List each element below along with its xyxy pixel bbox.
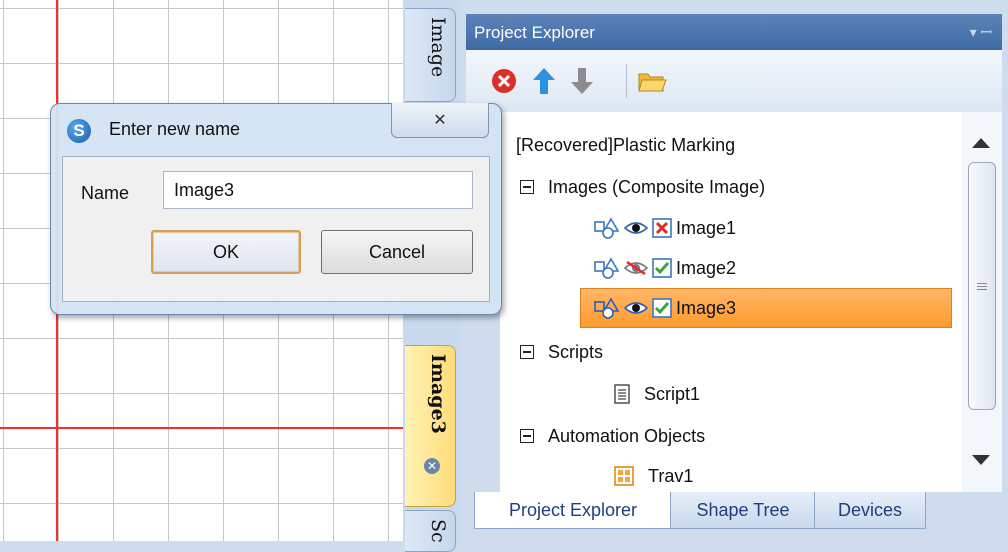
- panel-title: Project Explorer: [474, 23, 595, 42]
- tab-image[interactable]: Image: [405, 8, 456, 102]
- toolbar-separator: [626, 64, 627, 98]
- collapse-icon[interactable]: [520, 429, 534, 443]
- dialog-title: Enter new name: [109, 119, 241, 139]
- scroll-down-arrow-icon[interactable]: [972, 455, 990, 465]
- tab-devices[interactable]: Devices: [814, 492, 926, 529]
- scroll-up-arrow-icon[interactable]: [972, 138, 990, 148]
- close-tab-icon[interactable]: ✕: [424, 458, 440, 474]
- project-explorer-panel: Project Explorer ▾ ꟷ [Recovered]Plastic …: [460, 0, 1008, 541]
- tab-shape-tree[interactable]: Shape Tree: [670, 492, 816, 529]
- move-up-icon[interactable]: [528, 65, 560, 97]
- open-folder-icon[interactable]: [636, 65, 668, 97]
- collapse-icon[interactable]: [520, 180, 534, 194]
- shape-icon: [594, 217, 620, 239]
- ok-button[interactable]: OK: [151, 230, 301, 274]
- rename-dialog: S Enter new name ✕ Name OK Cancel: [50, 103, 502, 315]
- tray-grid-icon: [614, 466, 634, 486]
- tree-scrollbar[interactable]: [962, 112, 1002, 492]
- explorer-toolbar: [466, 50, 1002, 112]
- grip-icon: [977, 281, 987, 292]
- tab-sc[interactable]: Sc: [405, 510, 456, 552]
- shape-icon: [594, 297, 620, 319]
- app-logo-icon: S: [67, 119, 91, 143]
- close-icon: ✕: [433, 112, 447, 129]
- tree-automation-group[interactable]: Automation Objects: [520, 418, 705, 454]
- delete-icon[interactable]: [488, 65, 520, 97]
- tab-project-explorer[interactable]: Project Explorer: [474, 492, 672, 529]
- pin-icon[interactable]: ▾ ꟷ: [970, 23, 992, 42]
- tree-item-image3[interactable]: Image3: [580, 288, 952, 328]
- hidden-eye-icon[interactable]: [624, 260, 648, 276]
- cancel-button[interactable]: Cancel: [321, 230, 473, 274]
- tree-item-image1[interactable]: Image1: [594, 210, 736, 246]
- name-input[interactable]: [163, 171, 473, 209]
- tree-item-image2[interactable]: Image2: [594, 250, 736, 286]
- tab-sc-label: Sc: [427, 519, 449, 543]
- disabled-checkbox-icon[interactable]: [652, 218, 672, 238]
- project-tree[interactable]: [Recovered]Plastic Marking Images (Compo…: [500, 112, 962, 492]
- checkbox-checked-icon[interactable]: [652, 298, 672, 318]
- move-down-icon[interactable]: [566, 65, 598, 97]
- tree-root[interactable]: [Recovered]Plastic Marking: [516, 127, 735, 163]
- checkbox-checked-icon[interactable]: [652, 258, 672, 278]
- tree-images-group[interactable]: Images (Composite Image): [520, 169, 765, 205]
- horizontal-guide-line: [0, 427, 403, 429]
- script-document-icon: [614, 384, 630, 404]
- tab-image3-label: Image3: [427, 354, 449, 434]
- scroll-thumb[interactable]: [968, 162, 996, 410]
- tab-image-label: Image: [427, 17, 449, 78]
- tab-image3[interactable]: Image3 ✕: [405, 345, 456, 507]
- shape-icon: [594, 257, 620, 279]
- eye-icon[interactable]: [624, 220, 648, 236]
- dialog-body: Name OK Cancel: [62, 156, 490, 302]
- name-label: Name: [81, 183, 130, 203]
- tree-item-trav1[interactable]: Trav1: [614, 458, 693, 492]
- dialog-close-button[interactable]: ✕: [391, 103, 489, 138]
- tree-item-script1[interactable]: Script1: [614, 376, 700, 412]
- collapse-icon[interactable]: [520, 345, 534, 359]
- panel-bottom-tabs: Project Explorer Shape Tree Devices: [466, 492, 1002, 541]
- tree-scripts-group[interactable]: Scripts: [520, 334, 603, 370]
- panel-title-bar: Project Explorer ▾ ꟷ: [466, 14, 1002, 50]
- eye-icon[interactable]: [624, 300, 648, 316]
